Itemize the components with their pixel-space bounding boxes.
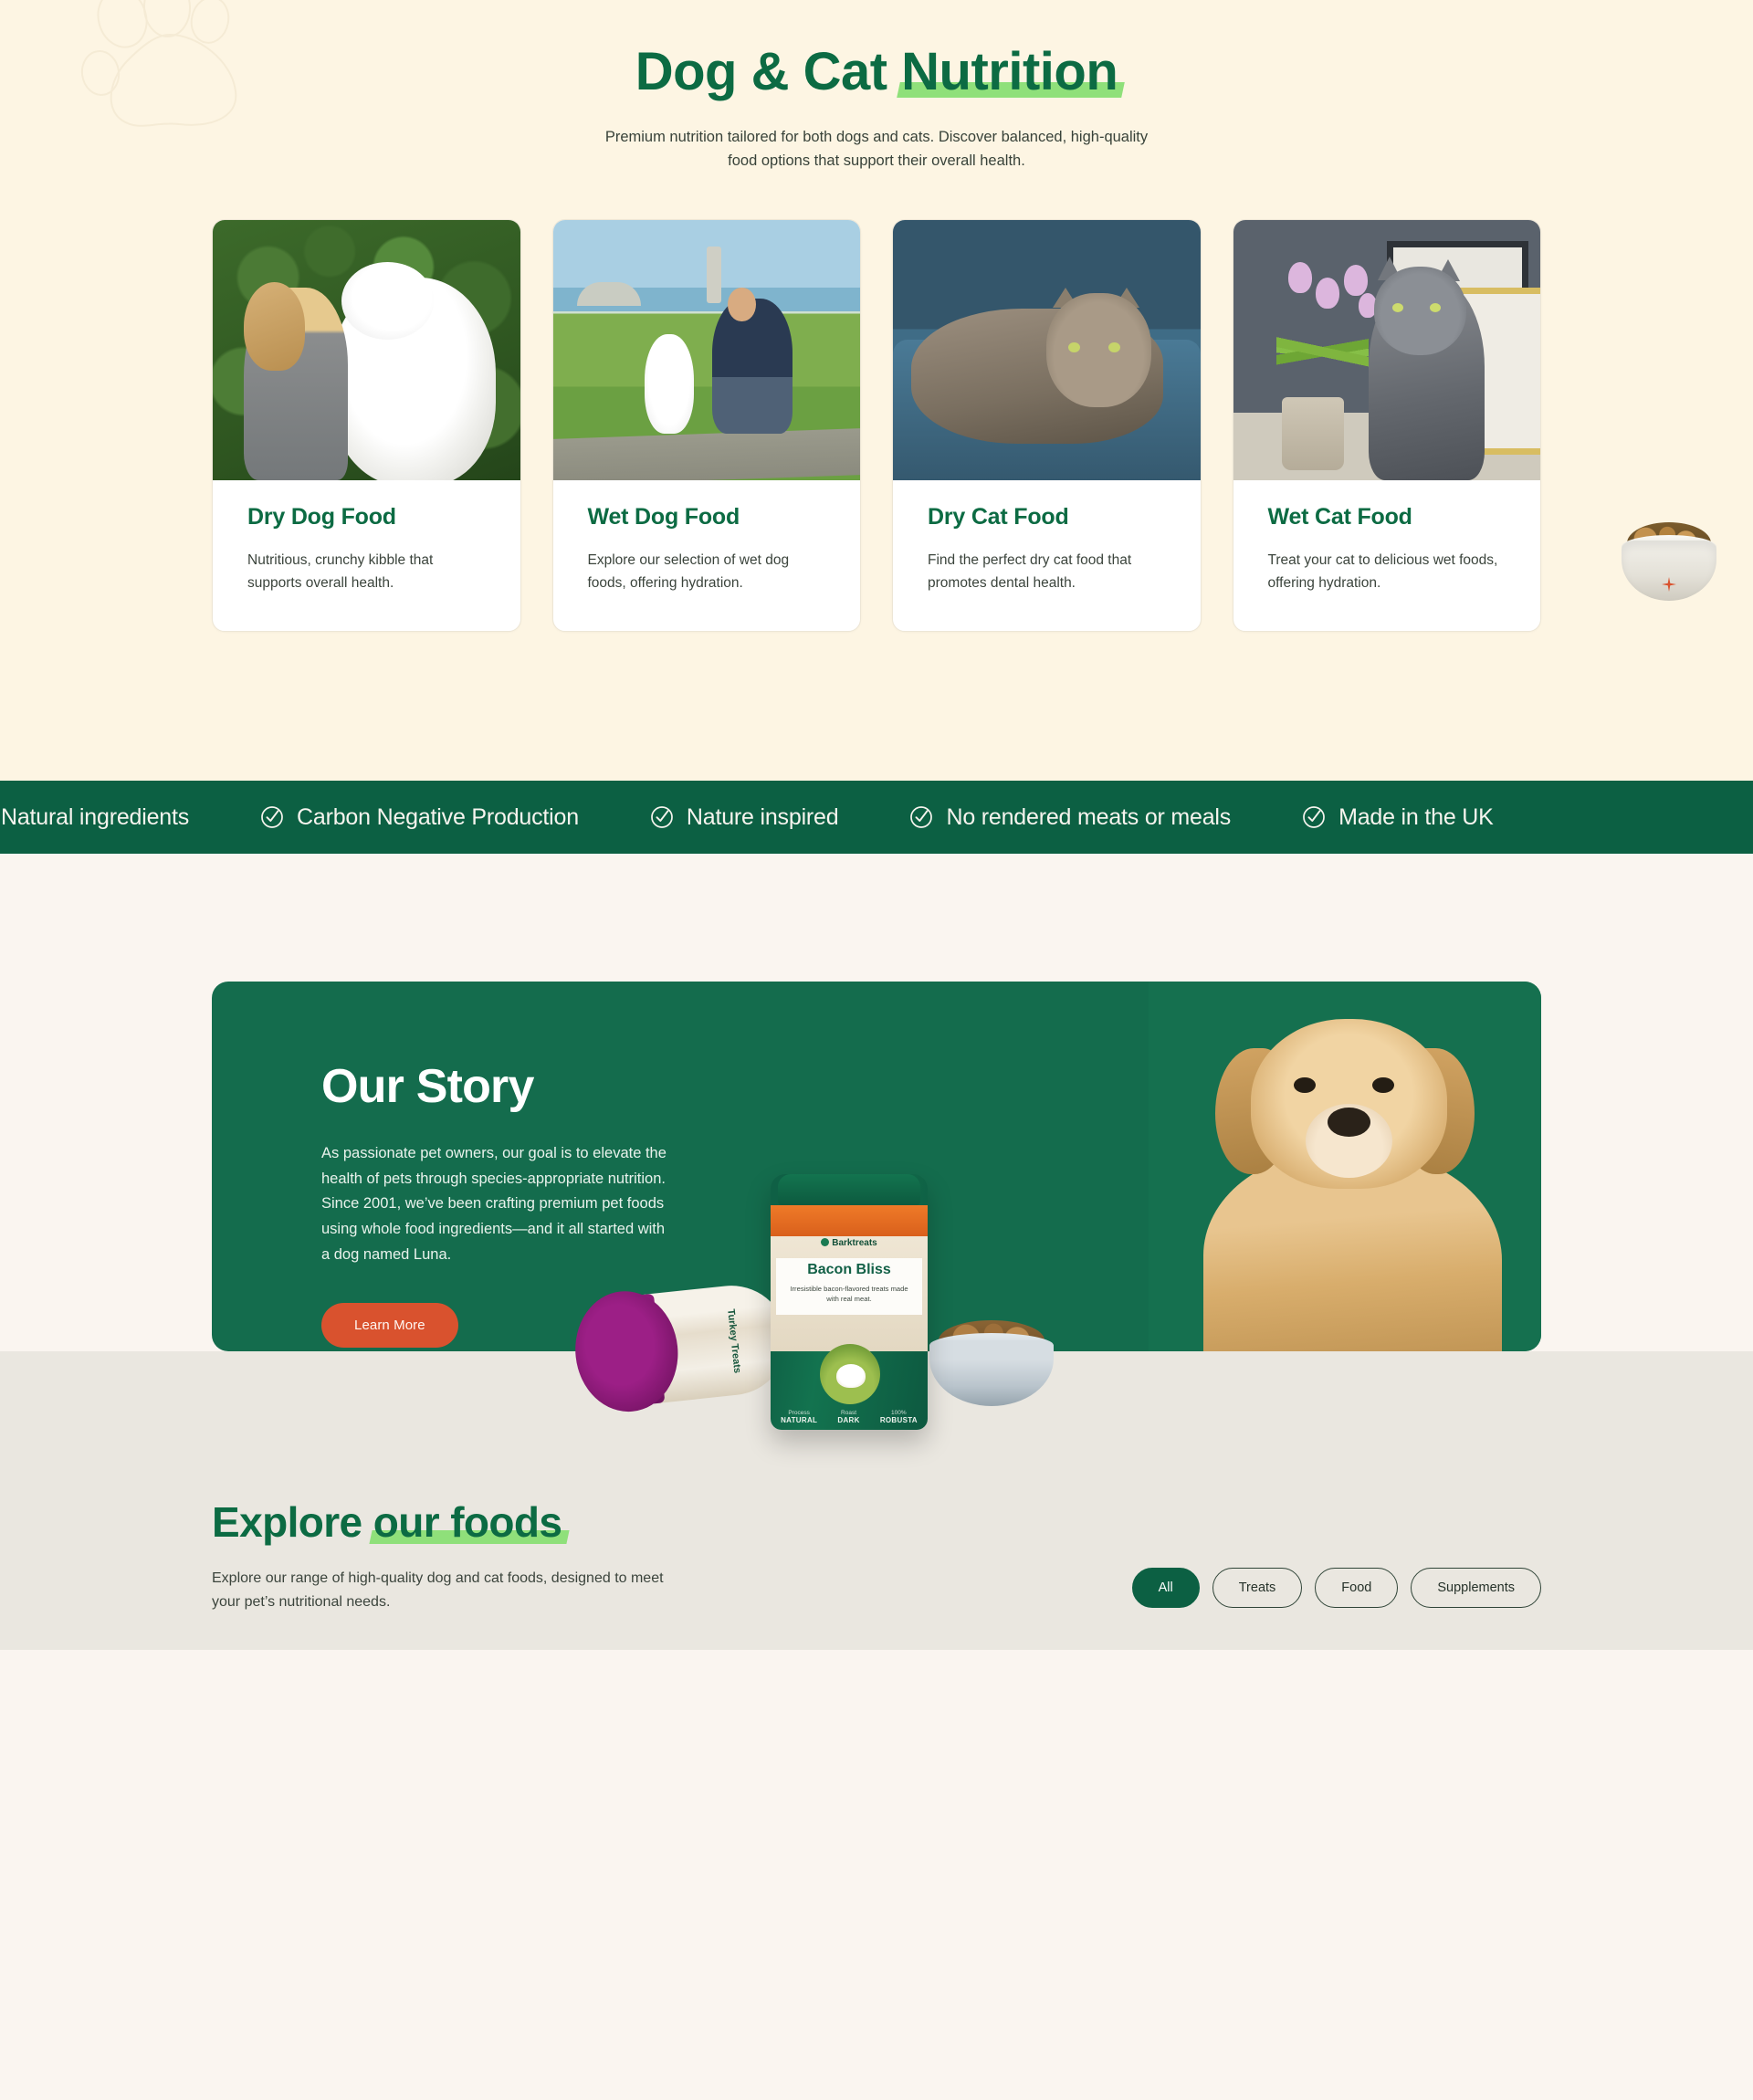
product-turkey-treats-tub: Turkey Treats — [569, 1275, 793, 1417]
page-title-text: Dog & Cat — [635, 42, 902, 101]
star-logo-icon — [1662, 577, 1676, 592]
explore-title-text: Explore — [212, 1498, 373, 1546]
hero-section: Dog & Cat Nutrition Premium nutrition ta… — [0, 0, 1753, 781]
category-card[interactable]: Wet Cat Food Treat your cat to delicious… — [1232, 219, 1541, 633]
filter-chip-food[interactable]: Food — [1315, 1568, 1399, 1609]
jar-spec-row: Process NATURAL Roast DARK 100% ROBUSTA — [771, 1410, 928, 1424]
marquee-item-label: No rendered meats or meals — [946, 803, 1232, 830]
jar-spec: Process NATURAL — [781, 1410, 817, 1424]
marquee-item-label: Made in the UK — [1338, 803, 1494, 830]
category-card[interactable]: Wet Dog Food Explore our selection of we… — [551, 219, 861, 633]
filter-chip-all[interactable]: All — [1131, 1568, 1200, 1609]
jar-spec-value: ROBUSTA — [879, 1416, 918, 1424]
story-section: Our Story As passionate pet owners, our … — [0, 854, 1753, 1430]
story-dog-image — [1149, 982, 1541, 1351]
features-marquee: Natural ingredients Carbon Negative Prod… — [0, 781, 1753, 854]
kibble-bowl — [929, 1320, 1054, 1412]
check-circle-icon — [1303, 806, 1325, 828]
check-circle-icon — [261, 806, 283, 828]
explore-title: Explore our foods — [212, 1497, 687, 1547]
check-circle-icon — [651, 806, 673, 828]
jar-spec-key: Roast — [841, 1410, 857, 1416]
category-card-image — [1233, 220, 1540, 481]
jar-product-desc: Irresistible bacon-flavored treats made … — [790, 1285, 908, 1303]
category-card[interactable]: Dry Dog Food Nutritious, crunchy kibble … — [212, 219, 521, 633]
jar-dog-photo — [820, 1344, 880, 1404]
filter-chip-treats[interactable]: Treats — [1212, 1568, 1303, 1609]
marquee-track: Natural ingredients Carbon Negative Prod… — [0, 804, 1529, 831]
category-card-desc: Nutritious, crunchy kibble that supports… — [247, 552, 434, 592]
explore-subtitle: Explore our range of high-quality dog an… — [212, 1570, 664, 1610]
jar-spec-key: 100% — [891, 1410, 907, 1416]
marquee-item: Made in the UK — [1266, 804, 1529, 831]
category-card-image — [893, 220, 1201, 481]
jar-spec: Roast DARK — [837, 1410, 859, 1424]
product-cluster: Turkey Treats Barktreats Bacon Bliss Irr… — [569, 1174, 1178, 1466]
filter-chip-supplements[interactable]: Supplements — [1411, 1568, 1541, 1609]
brand-mark-icon — [821, 1238, 830, 1246]
check-circle-icon — [910, 806, 933, 828]
category-card-title: Wet Dog Food — [587, 504, 740, 530]
story-card: Our Story As passionate pet owners, our … — [212, 982, 1541, 1430]
category-card[interactable]: Dry Cat Food Find the perfect dry cat fo… — [892, 219, 1202, 633]
page-title: Dog & Cat Nutrition — [0, 42, 1753, 101]
jar-spec-value: NATURAL — [781, 1416, 818, 1424]
category-card-desc: Treat your cat to delicious wet foods, o… — [1267, 552, 1498, 592]
category-card-image — [213, 220, 520, 481]
category-card-image — [552, 220, 860, 481]
jar-spec: 100% ROBUSTA — [880, 1410, 918, 1424]
marquee-item: No rendered meats or meals — [874, 804, 1266, 831]
category-card-grid: Dry Dog Food Nutritious, crunchy kibble … — [0, 219, 1753, 633]
story-title: Our Story — [321, 1060, 534, 1113]
jar-spec-key: Process — [788, 1410, 810, 1416]
explore-title-highlight: our foods — [373, 1498, 562, 1546]
marquee-item: Natural ingredients — [0, 804, 225, 831]
marquee-item: Carbon Negative Production — [225, 804, 614, 831]
jar-brand-label: Barktreats — [832, 1238, 877, 1248]
marquee-item-label: Nature inspired — [686, 803, 839, 830]
product-bacon-bliss-jar: Barktreats Bacon Bliss Irresistible baco… — [771, 1174, 928, 1430]
category-card-title: Wet Cat Food — [1267, 504, 1412, 530]
category-card-desc: Find the perfect dry cat food that promo… — [928, 552, 1132, 592]
learn-more-button[interactable]: Learn More — [321, 1302, 458, 1348]
jar-spec-value: DARK — [837, 1416, 860, 1424]
marquee-item: Nature inspired — [614, 804, 875, 831]
turkey-treats-label: Turkey Treats — [725, 1308, 743, 1374]
marquee-item-label: Natural ingredients — [1, 803, 190, 830]
page-title-highlight: Nutrition — [901, 42, 1118, 101]
category-card-title: Dry Cat Food — [928, 504, 1069, 530]
marquee-item-label: Carbon Negative Production — [297, 803, 579, 830]
jar-brand: Barktreats — [771, 1238, 928, 1248]
category-card-title: Dry Dog Food — [247, 504, 396, 530]
filter-chip-group: All Treats Food Supplements — [1131, 1568, 1541, 1613]
category-card-desc: Explore our selection of wet dog foods, … — [587, 552, 790, 592]
jar-product-name: Bacon Bliss — [807, 1262, 891, 1277]
hero-subtitle: Premium nutrition tailored for both dogs… — [604, 128, 1149, 170]
dog-food-bowl — [1618, 517, 1720, 604]
